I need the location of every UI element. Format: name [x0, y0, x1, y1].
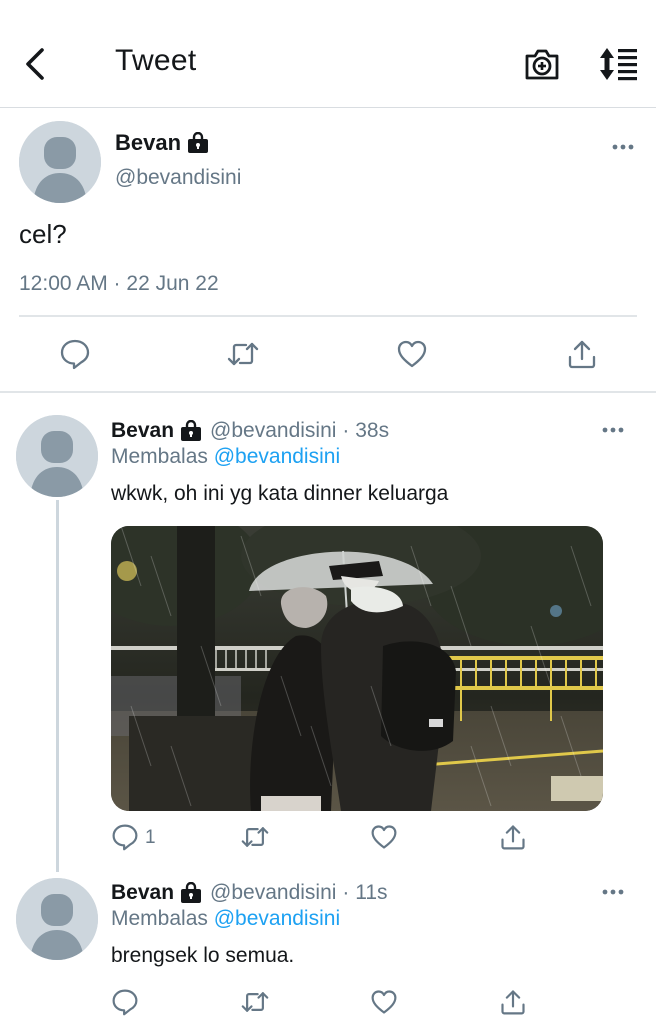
retweet-icon: [241, 992, 269, 1012]
retweet-icon: [227, 342, 259, 366]
reply-time: · 38s: [342, 419, 390, 442]
share-icon: [568, 340, 596, 369]
more-options-icon[interactable]: [601, 887, 625, 897]
reply-icon: [60, 339, 90, 370]
page-title: Tweet: [115, 44, 197, 77]
tweet-text: cel?: [19, 219, 67, 249]
tweet-photo[interactable]: [111, 526, 603, 811]
like-button[interactable]: [396, 338, 428, 370]
share-icon: [501, 825, 525, 850]
back-button[interactable]: [18, 44, 52, 84]
share-icon: [501, 990, 525, 1015]
mention-link[interactable]: @bevandisini: [214, 907, 340, 930]
retweet-button[interactable]: [227, 338, 259, 370]
author-name[interactable]: Bevan: [111, 881, 174, 905]
retweet-icon: [241, 827, 269, 847]
like-button[interactable]: [370, 988, 398, 1016]
author-handle[interactable]: @bevandisini: [210, 419, 336, 443]
author-name-text: Bevan: [115, 130, 182, 155]
share-button[interactable]: [566, 338, 598, 370]
share-button[interactable]: [499, 823, 527, 851]
divider: [19, 315, 637, 317]
share-button[interactable]: [499, 988, 527, 1016]
replying-to: Membalas @bevandisini: [111, 445, 340, 469]
retweet-button[interactable]: [241, 823, 269, 851]
author-name[interactable]: Bevan: [111, 419, 174, 443]
retweet-button[interactable]: [241, 988, 269, 1016]
heart-icon: [371, 825, 397, 849]
heart-icon: [397, 340, 427, 368]
sort-button[interactable]: [596, 44, 640, 84]
reply-count: 1: [145, 827, 156, 848]
reply-icon: [112, 989, 138, 1016]
default-avatar-icon: [19, 121, 101, 203]
thread-line: [56, 500, 59, 872]
top-bar: Tweet: [0, 0, 656, 108]
divider: [0, 391, 656, 393]
photo-couple-umbrella-rain: [111, 526, 603, 811]
chevron-left-icon: [26, 48, 44, 80]
tweet-timestamp[interactable]: 12:00 AM · 22 Jun 22: [19, 272, 219, 296]
replying-to-prefix: Membalas: [111, 907, 208, 930]
reply-time: · 11s: [342, 881, 388, 904]
default-avatar-icon: [16, 878, 98, 960]
reply-button[interactable]: [111, 988, 139, 1016]
like-button[interactable]: [370, 823, 398, 851]
lock-icon: [181, 882, 202, 903]
replying-to: Membalas @bevandisini: [111, 907, 340, 931]
camera-plus-icon: [525, 49, 559, 80]
reply-button[interactable]: [111, 823, 139, 851]
author-name[interactable]: Bevan: [115, 130, 209, 156]
avatar[interactable]: [16, 415, 98, 497]
reply-header: Bevan @bevandisini · 11s: [111, 881, 388, 905]
default-avatar-icon: [16, 415, 98, 497]
avatar[interactable]: [19, 121, 101, 203]
more-options-icon[interactable]: [611, 142, 635, 152]
heart-icon: [371, 990, 397, 1014]
tweet-text: wkwk, oh ini yg kata dinner keluarga: [111, 482, 449, 505]
author-handle[interactable]: @bevandisini: [115, 166, 241, 190]
mention-link[interactable]: @bevandisini: [214, 445, 340, 468]
replying-to-prefix: Membalas: [111, 445, 208, 468]
lock-icon: [181, 420, 202, 441]
reply-icon: [112, 824, 138, 851]
lock-icon: [188, 132, 209, 153]
author-handle[interactable]: @bevandisini: [210, 881, 336, 905]
avatar[interactable]: [16, 878, 98, 960]
reply-button[interactable]: [59, 338, 91, 370]
more-options-icon[interactable]: [601, 425, 625, 435]
tweet-text: brengsek lo semua.: [111, 944, 295, 967]
reply-header: Bevan @bevandisini · 38s: [111, 419, 389, 443]
camera-button[interactable]: [522, 44, 562, 84]
sort-icon: [600, 48, 637, 81]
